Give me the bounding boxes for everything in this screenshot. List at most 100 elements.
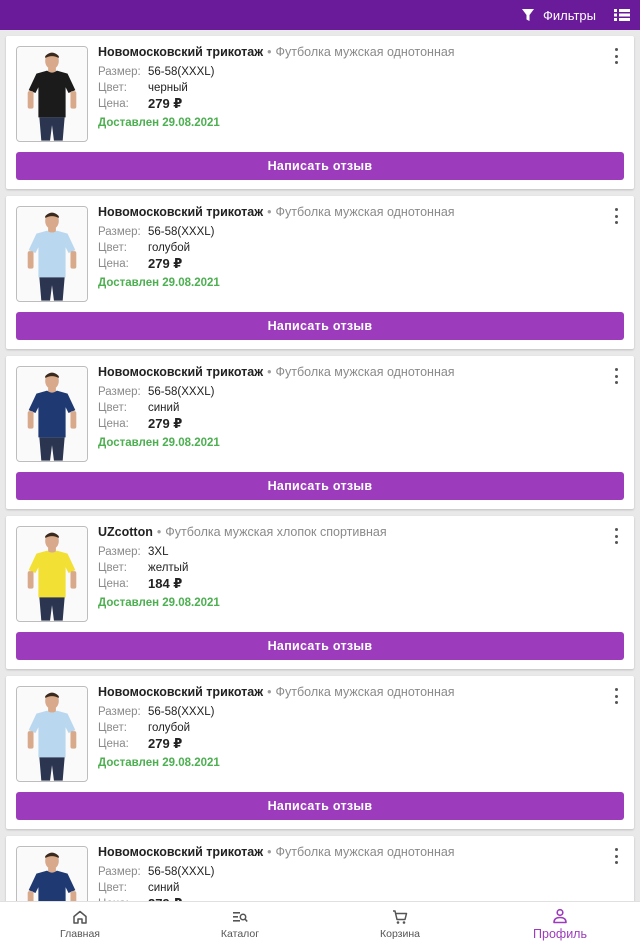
home-icon	[72, 909, 88, 925]
color-label: Цвет:	[98, 882, 127, 894]
size-label: Размер:	[98, 226, 141, 238]
brand-name: Новомосковский трикотаж	[98, 205, 264, 219]
price-label: Цена:	[98, 258, 129, 270]
nav-cart[interactable]: Корзина	[320, 902, 480, 947]
title-separator: •	[267, 845, 272, 859]
nav-catalog[interactable]: Каталог	[160, 902, 320, 947]
delivery-status: Доставлен 29.08.2021	[98, 437, 220, 449]
more-options-icon[interactable]	[612, 48, 620, 64]
nav-home-label: Главная	[60, 928, 100, 940]
price-value: 279 ₽	[148, 416, 183, 431]
brand-name: Новомосковский трикотаж	[98, 365, 264, 379]
color-label: Цвет:	[98, 82, 127, 94]
size-row: Размер: 3XL	[98, 544, 594, 560]
price-row: Цена: 279 ₽	[98, 416, 594, 432]
size-value: 56-58(XXXL)	[148, 226, 215, 238]
price-value: 184 ₽	[148, 576, 183, 591]
color-row: Цвет: синий	[98, 880, 594, 896]
top-app-bar: Фильтры	[0, 0, 640, 30]
color-row: Цвет: синий	[98, 400, 594, 416]
price-row: Цена: 279 ₽	[98, 256, 594, 272]
product-image[interactable]	[16, 366, 88, 462]
product-name: Футболка мужская однотонная	[275, 205, 455, 219]
price-value: 279 ₽	[148, 256, 183, 271]
nav-profile[interactable]: Профиль	[480, 902, 640, 947]
brand-name: Новомосковский трикотаж	[98, 685, 264, 699]
color-value: голубой	[148, 242, 191, 254]
more-options-icon[interactable]	[612, 528, 620, 544]
product-name: Футболка мужская хлопок спортивная	[165, 525, 387, 539]
product-image[interactable]	[16, 206, 88, 302]
color-row: Цвет: голубой	[98, 720, 594, 736]
price-label: Цена:	[98, 418, 129, 430]
price-label: Цена:	[98, 578, 129, 590]
filter-icon	[521, 8, 535, 22]
order-card[interactable]: Новомосковский трикотаж • Футболка мужская…	[6, 676, 634, 829]
size-value: 3XL	[148, 546, 169, 558]
more-options-icon[interactable]	[612, 688, 620, 704]
size-value: 56-58(XXXL)	[148, 706, 215, 718]
color-row: Цвет: желтый	[98, 560, 594, 576]
write-review-button[interactable]: Написать отзыв	[16, 472, 624, 500]
product-image[interactable]	[16, 846, 88, 901]
title-separator: •	[267, 205, 272, 219]
person-icon	[552, 908, 568, 924]
product-name: Футболка мужская однотонная	[275, 685, 455, 699]
product-name: Футболка мужская однотонная	[275, 45, 455, 59]
color-label: Цвет:	[98, 722, 127, 734]
cart-icon	[392, 909, 408, 925]
write-review-button[interactable]: Написать отзыв	[16, 792, 624, 820]
delivery-status: Доставлен 29.08.2021	[98, 757, 220, 769]
title-separator: •	[267, 45, 272, 59]
brand-name: UZcotton	[98, 525, 153, 539]
delivery-status: Доставлен 29.08.2021	[98, 597, 220, 609]
price-row: Цена: 279 ₽	[98, 736, 594, 752]
filters-label: Фильтры	[542, 7, 596, 23]
size-row: Размер: 56-58(XXXL)	[98, 864, 594, 880]
size-row: Размер: 56-58(XXXL)	[98, 224, 594, 240]
price-row: Цена: 184 ₽	[98, 576, 594, 592]
color-label: Цвет:	[98, 402, 127, 414]
color-value: желтый	[148, 562, 189, 574]
product-image[interactable]	[16, 686, 88, 782]
size-value: 56-58(XXXL)	[148, 866, 215, 878]
color-value: черный	[148, 82, 188, 94]
write-review-button[interactable]: Написать отзыв	[16, 152, 624, 180]
price-label: Цена:	[98, 738, 129, 750]
order-card[interactable]: Новомосковский трикотаж • Футболка мужская…	[6, 356, 634, 509]
nav-catalog-label: Каталог	[220, 928, 260, 940]
order-card[interactable]: UZcotton • Футболка мужская хлопок спортив…	[6, 516, 634, 669]
delivery-status: Доставлен 29.08.2021	[98, 117, 220, 129]
order-card[interactable]: Новомосковский трикотаж • Футболка мужская…	[6, 196, 634, 349]
more-options-icon[interactable]	[612, 368, 620, 384]
more-options-icon[interactable]	[612, 848, 620, 864]
price-row: Цена: 279 ₽	[98, 96, 594, 112]
product-image[interactable]	[16, 526, 88, 622]
nav-cart-label: Корзина	[380, 928, 420, 940]
order-card[interactable]: Новомосковский трикотаж • Футболка мужская…	[6, 836, 634, 901]
nav-home[interactable]: Главная	[0, 902, 160, 947]
list-view-button[interactable]	[614, 8, 630, 22]
list-view-icon	[614, 8, 630, 22]
order-list[interactable]: Новомосковский трикотаж • Футболка мужская…	[0, 30, 640, 901]
size-label: Размер:	[98, 386, 141, 398]
product-image[interactable]	[16, 46, 88, 142]
color-value: синий	[148, 402, 180, 414]
more-options-icon[interactable]	[612, 208, 620, 224]
color-value: синий	[148, 882, 180, 894]
title-separator: •	[267, 365, 272, 379]
size-row: Размер: 56-58(XXXL)	[98, 704, 594, 720]
brand-name: Новомосковский трикотаж	[98, 45, 264, 59]
product-name: Футболка мужская однотонная	[275, 845, 455, 859]
filters-button[interactable]: Фильтры	[521, 8, 596, 23]
size-value: 56-58(XXXL)	[148, 66, 215, 78]
size-label: Размер:	[98, 546, 141, 558]
size-label: Размер:	[98, 866, 141, 878]
write-review-button[interactable]: Написать отзыв	[16, 312, 624, 340]
color-label: Цвет:	[98, 562, 127, 574]
order-card[interactable]: Новомосковский трикотаж • Футболка мужская…	[6, 36, 634, 189]
price-value: 279 ₽	[148, 96, 183, 111]
size-value: 56-58(XXXL)	[148, 386, 215, 398]
nav-profile-label: Профиль	[533, 927, 587, 941]
write-review-button[interactable]: Написать отзыв	[16, 632, 624, 660]
